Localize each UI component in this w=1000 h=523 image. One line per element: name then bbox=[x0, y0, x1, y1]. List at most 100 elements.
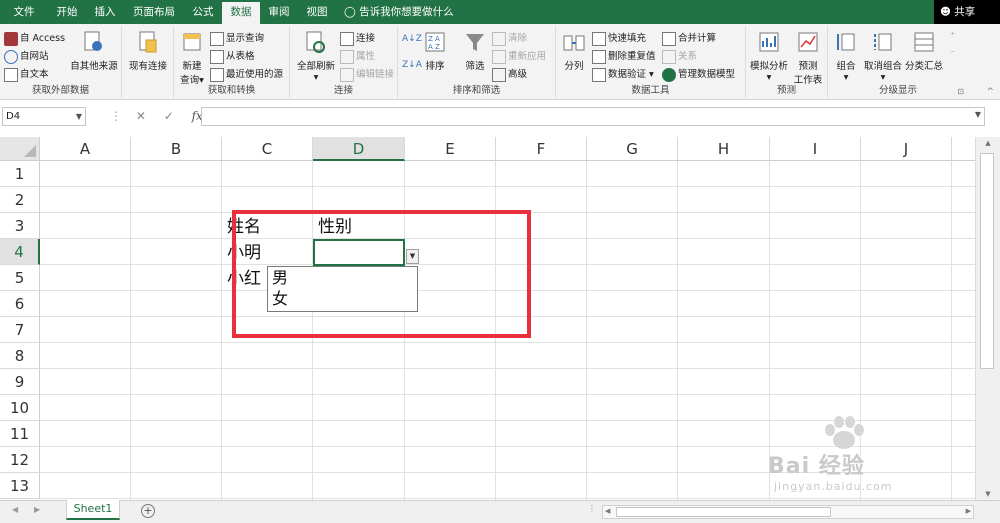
column-header-i[interactable]: I bbox=[770, 137, 861, 161]
collapse-ribbon-icon[interactable]: ^ bbox=[986, 87, 994, 97]
text-to-columns-button[interactable]: 分列 bbox=[558, 30, 590, 72]
row-header-5[interactable]: 5 bbox=[0, 265, 40, 291]
web-icon bbox=[4, 49, 18, 64]
row-header-9[interactable]: 9 bbox=[0, 369, 40, 395]
manage-data-model-button[interactable]: 管理数据模型 bbox=[662, 66, 735, 82]
properties-button[interactable]: 属性 bbox=[340, 48, 375, 64]
row-header-3[interactable]: 3 bbox=[0, 213, 40, 239]
advanced-filter-button[interactable]: 高级 bbox=[492, 66, 527, 82]
baidu-paw-icon bbox=[825, 416, 864, 449]
sort-button[interactable]: Z AA Z 排序 bbox=[422, 30, 448, 72]
column-header-g[interactable]: G bbox=[587, 137, 678, 161]
sheet-tab-bar: ◀ ▶ Sheet1 + ⋮ ◀ ▶ bbox=[0, 500, 1000, 523]
forecast-sheet-button[interactable]: 预测 工作表 bbox=[790, 30, 826, 86]
data-validation-icon bbox=[592, 67, 606, 82]
scroll-left-icon[interactable]: ◀ bbox=[605, 507, 610, 515]
from-table-button[interactable]: 从表格 bbox=[210, 48, 255, 64]
share-button[interactable]: ☻ 共享 bbox=[934, 0, 1000, 24]
column-header-d[interactable]: D bbox=[313, 137, 405, 161]
consolidate-button[interactable]: 合并计算 bbox=[662, 30, 716, 46]
formula-input[interactable]: ▼ bbox=[201, 107, 985, 126]
column-header-f[interactable]: F bbox=[496, 137, 587, 161]
column-header-e[interactable]: E bbox=[405, 137, 496, 161]
row-header-11[interactable]: 11 bbox=[0, 421, 40, 447]
name-box[interactable]: D4 ▼ bbox=[2, 107, 86, 126]
what-if-analysis-button[interactable]: 模拟分析 ▾ bbox=[748, 30, 790, 83]
tab-insert[interactable]: 插入 bbox=[86, 0, 124, 24]
new-query-button[interactable]: 新建 查询▾ bbox=[176, 30, 208, 86]
row-header-8[interactable]: 8 bbox=[0, 343, 40, 369]
hide-detail-icon[interactable]: ⁻ bbox=[950, 48, 955, 59]
group-button[interactable]: 组合 ▾ bbox=[830, 30, 862, 83]
column-header-c[interactable]: C bbox=[222, 137, 313, 161]
tab-view[interactable]: 视图 bbox=[298, 0, 336, 24]
row-header-12[interactable]: 12 bbox=[0, 447, 40, 473]
ungroup-button[interactable]: 取消组合 ▾ bbox=[862, 30, 904, 83]
from-access-button[interactable]: 自 Access bbox=[4, 30, 65, 46]
connections-icon bbox=[340, 31, 354, 46]
scroll-down-icon[interactable]: ▼ bbox=[976, 490, 1000, 498]
row-header-10[interactable]: 10 bbox=[0, 395, 40, 421]
row-header-1[interactable]: 1 bbox=[0, 161, 40, 187]
tab-splitter-icon[interactable]: ⋮ bbox=[588, 504, 596, 513]
existing-connections-button[interactable]: 现有连接 bbox=[124, 30, 172, 72]
group-icon bbox=[837, 33, 855, 51]
from-other-sources-button[interactable]: 自其他来源 bbox=[68, 30, 120, 72]
prev-sheet-icon[interactable]: ◀ bbox=[12, 505, 18, 514]
cancel-icon[interactable]: ✕ bbox=[136, 109, 146, 123]
row-header-13[interactable]: 13 bbox=[0, 473, 40, 499]
vertical-scroll-thumb[interactable] bbox=[980, 153, 994, 369]
column-header-partial[interactable] bbox=[952, 137, 975, 161]
add-sheet-icon[interactable]: + bbox=[141, 504, 155, 518]
horizontal-scroll-thumb[interactable] bbox=[616, 507, 831, 517]
column-header-j[interactable]: J bbox=[861, 137, 952, 161]
sort-icon: Z AA Z bbox=[425, 32, 445, 52]
next-sheet-icon[interactable]: ▶ bbox=[34, 505, 40, 514]
expand-formula-icon[interactable]: ▼ bbox=[975, 110, 981, 119]
show-detail-icon[interactable]: ⁺ bbox=[950, 30, 955, 41]
recent-sources-button[interactable]: 最近使用的源 bbox=[210, 66, 283, 82]
row-header-2[interactable]: 2 bbox=[0, 187, 40, 213]
sort-descending-button[interactable]: Z↓A bbox=[402, 60, 422, 71]
reapply-button[interactable]: 重新应用 bbox=[492, 48, 546, 64]
subtotal-button[interactable]: 分类汇总 bbox=[904, 30, 944, 72]
refresh-all-button[interactable]: 全部刷新 ▾ bbox=[292, 30, 340, 83]
group-label: 预测 bbox=[776, 85, 796, 96]
tab-home[interactable]: 开始 bbox=[48, 0, 86, 24]
chevron-down-icon[interactable]: ▼ bbox=[76, 108, 82, 125]
connections-button[interactable]: 连接 bbox=[340, 30, 375, 46]
row-header-7[interactable]: 7 bbox=[0, 317, 40, 343]
sort-ascending-button[interactable]: A↓Z bbox=[402, 34, 422, 45]
vertical-scrollbar[interactable]: ▲ ▼ bbox=[975, 137, 1000, 500]
show-queries-button[interactable]: 显示查询 bbox=[210, 30, 264, 46]
horizontal-scrollbar[interactable]: ◀ ▶ bbox=[602, 505, 974, 519]
consolidate-icon bbox=[662, 31, 676, 46]
remove-duplicates-button[interactable]: 删除重复值 bbox=[592, 48, 656, 64]
dialog-launcher-icon[interactable]: ⊡ bbox=[957, 87, 964, 96]
tell-me-box[interactable]: ◯ 告诉我你想要做什么 bbox=[344, 0, 454, 24]
relationships-button[interactable]: 关系 bbox=[662, 48, 697, 64]
tab-formulas[interactable]: 公式 bbox=[184, 0, 222, 24]
from-text-button[interactable]: 自文本 bbox=[4, 66, 49, 82]
tab-file[interactable]: 文件 bbox=[0, 0, 48, 24]
column-header-h[interactable]: H bbox=[678, 137, 770, 161]
select-all-corner[interactable] bbox=[0, 137, 40, 161]
column-header-a[interactable]: A bbox=[40, 137, 131, 161]
lightbulb-icon: ◯ bbox=[344, 6, 356, 18]
scroll-right-icon[interactable]: ▶ bbox=[966, 507, 971, 515]
row-header-4[interactable]: 4 bbox=[0, 239, 40, 265]
column-header-b[interactable]: B bbox=[131, 137, 222, 161]
row-header-6[interactable]: 6 bbox=[0, 291, 40, 317]
scroll-up-icon[interactable]: ▲ bbox=[976, 139, 1000, 147]
edit-links-button[interactable]: 编辑链接 bbox=[340, 66, 394, 82]
flash-fill-button[interactable]: 快速填充 bbox=[592, 30, 646, 46]
from-web-button[interactable]: 自网站 bbox=[4, 48, 49, 64]
sheet-tab-sheet1[interactable]: Sheet1 bbox=[66, 500, 120, 520]
clear-button[interactable]: 清除 bbox=[492, 30, 527, 46]
tab-review[interactable]: 审阅 bbox=[260, 0, 298, 24]
tab-data[interactable]: 数据 bbox=[222, 2, 260, 24]
filter-button[interactable]: 筛选 bbox=[460, 30, 490, 72]
enter-icon[interactable]: ✓ bbox=[164, 109, 174, 123]
tab-page-layout[interactable]: 页面布局 bbox=[124, 0, 184, 24]
data-validation-button[interactable]: 数据验证 ▾ bbox=[592, 66, 654, 82]
